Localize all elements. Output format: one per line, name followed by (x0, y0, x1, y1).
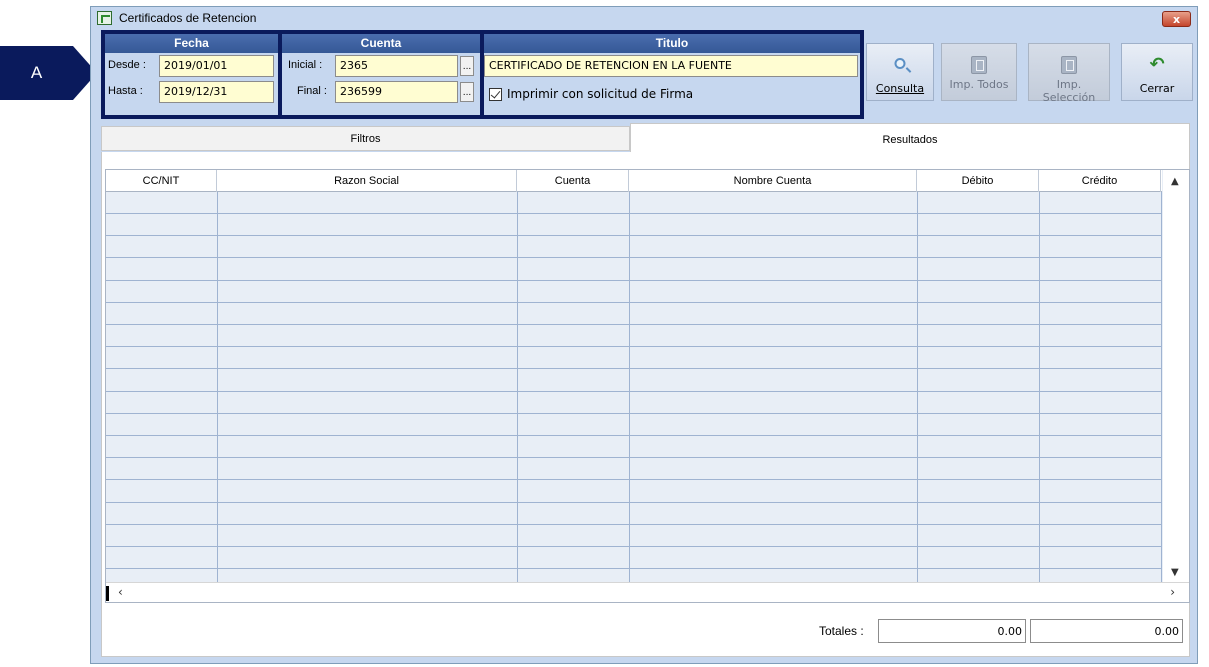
inicial-row: Inicial : 2365 ... (282, 54, 480, 78)
imp-todos-label: Imp. Todos (949, 78, 1009, 91)
grid-row-divider (106, 213, 1162, 214)
grid-row-divider (106, 324, 1162, 325)
undo-arrow-icon: ↶ (1149, 54, 1165, 75)
spreadsheet-icon (97, 11, 112, 25)
column-header-cuenta[interactable]: Cuenta (517, 170, 629, 192)
final-row: Final : 236599 ... (282, 80, 480, 104)
tab-resultados[interactable]: Resultados (630, 123, 1190, 153)
total-debito: 0.00 (878, 619, 1026, 643)
tab-filtros[interactable]: Filtros (101, 126, 630, 151)
imp-seleccion-label: Imp. Selección (1042, 78, 1096, 104)
screen: A Certificados de Retencion x Fecha Desd… (0, 0, 1209, 667)
scroll-right-icon[interactable]: › (1170, 585, 1175, 599)
grid-body[interactable] (106, 192, 1162, 582)
vertical-scrollbar[interactable]: ▲ ▼ (1163, 170, 1189, 582)
close-button[interactable]: x (1162, 11, 1191, 27)
titulo-header: Titulo (484, 34, 860, 53)
column-header-cc-nit[interactable]: CC/NIT (106, 170, 217, 192)
imp-todos-button[interactable]: Imp. Todos (941, 43, 1017, 101)
titulo-group: Titulo CERTIFICADO DE RETENCION EN LA FU… (484, 34, 860, 115)
cuenta-final-browse-button[interactable]: ... (460, 82, 474, 102)
cuenta-header: Cuenta (282, 34, 480, 53)
hasta-date-input[interactable]: 2019/12/31 (159, 81, 274, 103)
hasta-label: Hasta : (108, 85, 143, 97)
grid-row-divider (106, 391, 1162, 392)
scroll-up-icon[interactable]: ▲ (1171, 176, 1179, 187)
grid-row-divider (106, 413, 1162, 414)
imp-seleccion-button[interactable]: Imp. Selección (1028, 43, 1110, 104)
grid-row-divider (106, 368, 1162, 369)
grid-row-divider (106, 435, 1162, 436)
inicial-label: Inicial : (288, 59, 323, 71)
grid-row-divider (106, 257, 1162, 258)
title-bar[interactable]: Certificados de Retencion x (91, 7, 1197, 29)
horizontal-scrollbar[interactable]: ‹ › (106, 582, 1189, 602)
firma-checkbox-label: Imprimir con solicitud de Firma (507, 87, 694, 101)
window-title: Certificados de Retencion (119, 11, 257, 25)
desde-date-input[interactable]: 2019/01/01 (159, 55, 274, 77)
scroll-down-icon[interactable]: ▼ (1171, 567, 1179, 578)
column-header-debito[interactable]: Débito (917, 170, 1039, 192)
grid-row-divider (106, 346, 1162, 347)
grid-row-divider (106, 546, 1162, 547)
parameters-panel: Fecha Desde : 2019/01/01 Hasta : 2019/12… (101, 30, 864, 119)
grid-header: CC/NIT Razon Social Cuenta Nombre Cuenta… (106, 170, 1162, 192)
cerrar-label: Cerrar (1139, 82, 1175, 95)
grid-row-divider (106, 524, 1162, 525)
column-header-nombre-cuenta[interactable]: Nombre Cuenta (629, 170, 917, 192)
consulta-button[interactable]: Consulta (866, 43, 934, 101)
firma-checkbox[interactable] (489, 88, 502, 101)
firma-row[interactable]: Imprimir con solicitud de Firma (484, 84, 860, 108)
fecha-group: Fecha Desde : 2019/01/01 Hasta : 2019/12… (105, 34, 278, 115)
printer-icon (1061, 56, 1077, 74)
grid-row-divider (106, 280, 1162, 281)
fecha-header: Fecha (105, 34, 278, 53)
results-panel: CC/NIT Razon Social Cuenta Nombre Cuenta… (101, 152, 1190, 657)
printer-icon (971, 56, 987, 74)
annotation-arrow-a: A (0, 46, 100, 100)
grid-row-divider (106, 235, 1162, 236)
cerrar-button[interactable]: ↶ Cerrar (1121, 43, 1193, 101)
hasta-row: Hasta : 2019/12/31 (105, 80, 278, 104)
grid-row-divider (106, 479, 1162, 480)
cuenta-group: Cuenta Inicial : 2365 ... Final : 236599… (282, 34, 480, 115)
grid-row-divider (106, 502, 1162, 503)
scroll-left-icon[interactable]: ‹ (118, 585, 123, 599)
final-label: Final : (297, 85, 327, 97)
grid-row-divider (106, 302, 1162, 303)
cuenta-inicial-browse-button[interactable]: ... (460, 56, 474, 76)
grid-row-divider (106, 568, 1162, 569)
titulo-row: CERTIFICADO DE RETENCION EN LA FUENTE (484, 54, 860, 78)
retention-certificates-window: Certificados de Retencion x Fecha Desde … (90, 6, 1198, 664)
desde-row: Desde : 2019/01/01 (105, 54, 278, 78)
desde-label: Desde : (108, 59, 146, 71)
magnifier-icon (894, 58, 906, 69)
annotation-label: A (0, 46, 73, 100)
titulo-input[interactable]: CERTIFICADO DE RETENCION EN LA FUENTE (484, 55, 858, 77)
consulta-label: Consulta (875, 82, 925, 95)
total-credito: 0.00 (1030, 619, 1183, 643)
cuenta-inicial-input[interactable]: 2365 (335, 55, 458, 77)
column-header-razon-social[interactable]: Razon Social (217, 170, 517, 192)
row-marker (106, 586, 109, 601)
grid-row-divider (106, 457, 1162, 458)
column-header-credito[interactable]: Crédito (1039, 170, 1161, 192)
cuenta-final-input[interactable]: 236599 (335, 81, 458, 103)
totales-label: Totales : (819, 624, 864, 638)
results-grid[interactable]: CC/NIT Razon Social Cuenta Nombre Cuenta… (105, 169, 1190, 603)
